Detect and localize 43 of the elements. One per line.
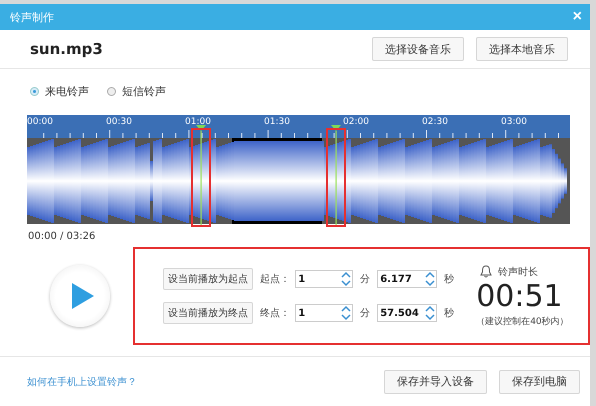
- set-point-button[interactable]: 设当前播放为终点: [163, 302, 254, 324]
- selection-marker[interactable]: [195, 125, 208, 225]
- selection-marker[interactable]: [330, 125, 342, 225]
- spinner-icon[interactable]: [424, 304, 436, 322]
- minutes-field[interactable]: 1: [295, 270, 354, 288]
- seconds-field[interactable]: 6.177: [377, 270, 438, 288]
- minutes-unit: 分: [360, 307, 370, 320]
- radio-icon[interactable]: [107, 86, 116, 96]
- duration-hint: （建议控制在40秒内）: [476, 316, 569, 328]
- ruler-label: 00:00: [27, 117, 53, 127]
- spinner-icon[interactable]: [340, 270, 352, 288]
- save-button[interactable]: 保存并导入设备: [384, 370, 487, 394]
- set-point-button[interactable]: 设当前播放为起点: [163, 268, 254, 290]
- ruler-label: 01:00: [185, 117, 211, 127]
- point-label: 起点：: [260, 272, 290, 286]
- playback-time: 00:00 / 03:26: [27, 230, 96, 244]
- ruler-label: 03:00: [501, 117, 527, 127]
- duration-value: 00:51: [476, 278, 563, 314]
- bell-icon: [480, 265, 492, 278]
- spinner-icon[interactable]: [340, 304, 352, 322]
- select-music-button[interactable]: 选择设备音乐: [372, 37, 464, 61]
- seconds-unit: 秒: [444, 272, 454, 286]
- file-name: sun.mp3: [30, 40, 103, 58]
- window-title: 铃声制作: [10, 10, 54, 24]
- seconds-field[interactable]: 57.504: [377, 304, 438, 322]
- ringtone-type-radio[interactable]: 短信铃声: [107, 83, 166, 99]
- play-button[interactable]: [50, 265, 110, 327]
- ruler-label: 01:30: [264, 117, 290, 127]
- save-button[interactable]: 保存到电脑: [499, 370, 580, 394]
- duration-label: 铃声时长: [498, 266, 538, 278]
- minutes-unit: 分: [360, 273, 370, 286]
- radio-label[interactable]: 来电铃声: [45, 84, 89, 98]
- ruler-label: 00:30: [106, 117, 132, 127]
- point-label: 终点：: [260, 306, 290, 320]
- radio-label[interactable]: 短信铃声: [122, 84, 166, 98]
- select-music-button[interactable]: 选择本地音乐: [476, 37, 568, 61]
- spinner-icon[interactable]: [424, 270, 436, 288]
- seconds-unit: 秒: [444, 306, 454, 320]
- ruler-label: 02:00: [343, 117, 369, 127]
- minutes-field[interactable]: 1: [295, 304, 354, 322]
- ruler-label: 02:30: [422, 117, 448, 127]
- ringtone-type-radio[interactable]: 来电铃声: [30, 83, 89, 99]
- play-icon: [72, 283, 94, 309]
